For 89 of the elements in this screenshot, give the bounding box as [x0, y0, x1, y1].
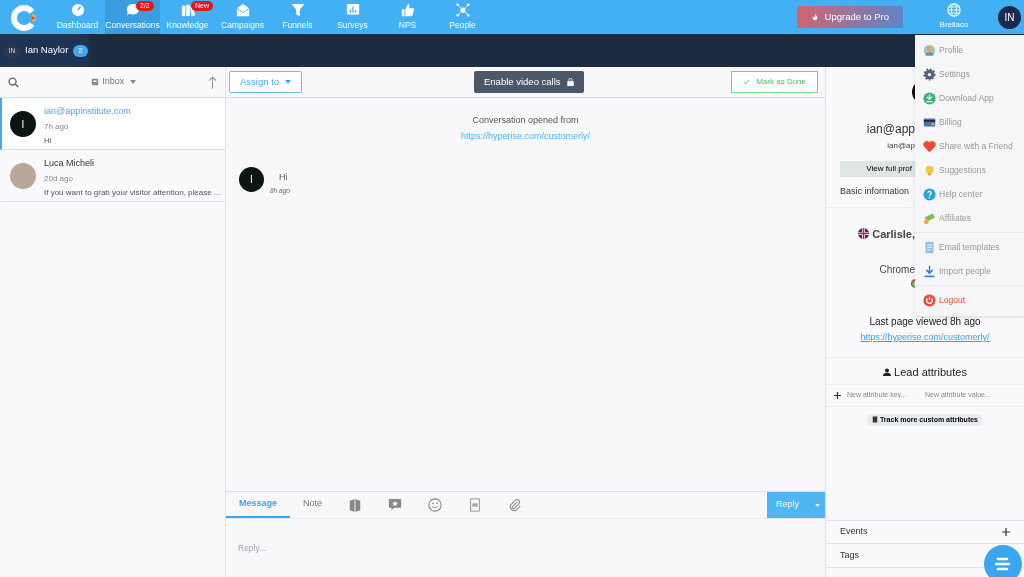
- last-page-title: Last page viewed 8h ago: [868, 315, 982, 329]
- upgrade-button[interactable]: Upgrade to Pro: [796, 6, 903, 28]
- books-icon: [180, 2, 195, 17]
- star-message-icon[interactable]: [388, 498, 403, 512]
- sort-arrow-icon: [208, 75, 217, 89]
- chat-bubble-icon: [125, 2, 140, 17]
- conversation-title: ian@appinstitute.com: [44, 105, 131, 118]
- origin-link[interactable]: https://hyperise.com/customerly/: [460, 130, 590, 141]
- plus-icon: [834, 391, 841, 399]
- menu-item[interactable]: Settings: [915, 62, 1024, 86]
- smiley-icon[interactable]: [428, 498, 443, 512]
- nav-tab[interactable]: Surveys: [325, 0, 380, 34]
- caret-icon: [815, 503, 820, 507]
- count-badge: 2: [73, 44, 88, 57]
- reply-input[interactable]: Reply...: [226, 519, 825, 577]
- help-icon: [923, 187, 936, 201]
- nav-tab[interactable]: People: [435, 0, 490, 34]
- menu-item[interactable]: Help center: [915, 182, 1024, 206]
- nav-tab[interactable]: NPS: [380, 0, 435, 34]
- conversation-origin-text: Conversation opened from: [471, 114, 580, 127]
- menu-item[interactable]: Logout: [915, 288, 1024, 312]
- view-profile-button[interactable]: View full prof: [840, 161, 915, 177]
- menu-icon: [995, 557, 1011, 571]
- menu-item[interactable]: Email templates: [915, 235, 1024, 259]
- contact-location: Carlisle,: [872, 226, 915, 242]
- inbox-icon: [91, 77, 100, 86]
- composer-tab[interactable]: Message: [226, 492, 291, 518]
- message-text: Hi: [279, 171, 288, 184]
- contact-avatar: I: [10, 111, 36, 137]
- contact-name: ian@app: [866, 121, 915, 138]
- credit-card-icon: [923, 115, 936, 129]
- download-icon: [923, 91, 936, 105]
- menu-item[interactable]: Download App: [915, 86, 1024, 110]
- menu-item[interactable]: Share with a Friend: [915, 134, 1024, 158]
- check-icon: [743, 78, 751, 85]
- reply-button[interactable]: Reply: [767, 492, 825, 518]
- network-icon: [455, 2, 470, 17]
- funnel-icon: [290, 2, 305, 17]
- mark-as-done-button[interactable]: Mark as Done: [731, 71, 818, 93]
- gear-icon: [923, 67, 936, 81]
- conversation-preview: Hi: [44, 134, 53, 147]
- workspace-button[interactable]: Brellaco: [918, 0, 990, 34]
- download-arrow-icon: [923, 264, 936, 278]
- user-name: Ian Naylor: [25, 43, 69, 58]
- globe-icon: [947, 3, 961, 17]
- nav-tab[interactable]: Campaigns: [215, 0, 270, 34]
- browser-name: Chrome: [879, 263, 915, 277]
- conversation-time: 7h ago: [44, 120, 70, 133]
- section-title: Tags: [840, 548, 859, 562]
- composer-tab[interactable]: Note: [290, 492, 336, 518]
- flag-icon: [858, 228, 870, 240]
- search-icon: [8, 76, 19, 88]
- menu-item[interactable]: Billing: [915, 110, 1024, 134]
- nav-tab[interactable]: Dashboard: [50, 0, 105, 34]
- section-title: Events: [840, 525, 868, 539]
- conversation-preview: If you want to grab your visitor attention, please ...: [44, 186, 221, 199]
- conversation-time: 20d ago: [44, 172, 74, 185]
- conversation-item[interactable]: I ian@appinstitute.com 7h ago Hi: [0, 98, 225, 150]
- thumbs-up-icon: [400, 2, 415, 17]
- lock-icon: [566, 78, 574, 87]
- caret-icon: [284, 80, 291, 85]
- inbox-filter-dropdown[interactable]: Inbox: [85, 74, 142, 90]
- power-icon: [923, 293, 936, 307]
- plus-icon: [1002, 528, 1010, 536]
- menu-item[interactable]: Profile: [915, 38, 1024, 62]
- user-avatar[interactable]: IN: [998, 5, 1021, 29]
- help-chat-button[interactable]: [984, 545, 1022, 577]
- nav-tab[interactable]: Funnels: [270, 0, 325, 34]
- conversation-title: Luca Micheli: [44, 157, 96, 170]
- menu-item[interactable]: Affiliates: [915, 206, 1024, 230]
- flame-icon: [810, 13, 819, 22]
- caret-icon: [129, 79, 136, 84]
- assign-dropdown[interactable]: Assign to: [229, 70, 302, 94]
- section-title: Lead attributes: [894, 364, 967, 380]
- person-icon: [923, 43, 936, 57]
- lightbulb-icon: [923, 163, 936, 177]
- contact-avatar: I: [239, 167, 264, 192]
- menu-item[interactable]: Import people: [915, 259, 1024, 283]
- contact-email: ian@ap: [887, 140, 915, 152]
- book-icon[interactable]: [348, 498, 363, 512]
- video-calls-button[interactable]: Enable video calls: [474, 70, 584, 94]
- document-icon: [923, 240, 936, 254]
- money-icon: [923, 211, 936, 225]
- person-icon: [883, 367, 892, 376]
- paperclip-icon[interactable]: [508, 498, 523, 512]
- last-page-link[interactable]: https://hyperise.com/customerly/: [860, 332, 990, 342]
- book-icon: [872, 416, 878, 424]
- heart-icon: [923, 139, 936, 153]
- photo-placeholder: [10, 163, 36, 189]
